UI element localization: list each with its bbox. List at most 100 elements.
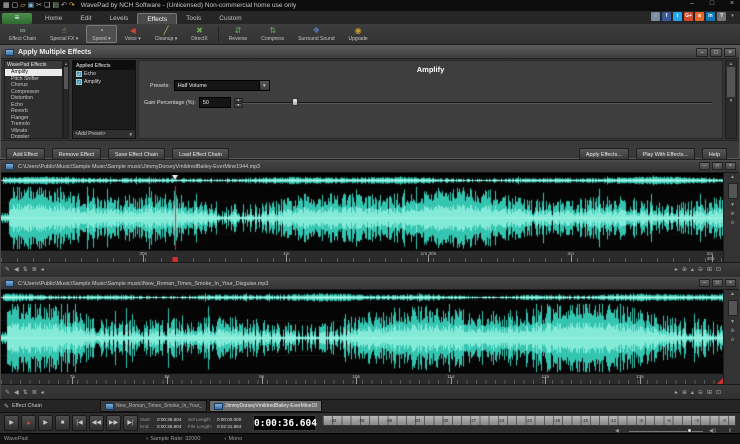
- ribbon-reverse-button[interactable]: ⇵Reverse: [223, 25, 254, 43]
- track2-titlebar[interactable]: C:\Users\Public\Music\Sample Music\Sampl…: [1, 278, 739, 290]
- effects-window-titlebar[interactable]: Apply Multiple Effects –□×: [1, 46, 739, 59]
- scroll-thumb[interactable]: [727, 67, 735, 97]
- gain-slider-thumb[interactable]: [292, 98, 298, 106]
- spin-down-icon[interactable]: ▼: [234, 103, 243, 108]
- vertical-zoom-in-icon[interactable]: ⊕: [730, 328, 734, 334]
- levels-list-icon[interactable]: ≣: [32, 266, 37, 273]
- ribbon-speed-button[interactable]: ◔Speed ▾: [86, 25, 116, 43]
- vertical-zoom-in-icon[interactable]: ⊕: [730, 211, 734, 217]
- zoom-full-icon[interactable]: ⊞: [707, 389, 712, 396]
- draw-tool-icon[interactable]: ✎: [5, 266, 10, 273]
- fast-forward-button[interactable]: ▶▶: [106, 415, 121, 431]
- close-button[interactable]: ×: [724, 48, 736, 57]
- applied-effect-row[interactable]: ✓Echo: [73, 70, 135, 78]
- maximize-button[interactable]: □: [710, 48, 722, 57]
- mail-icon[interactable]: in: [706, 12, 715, 21]
- facebook-icon[interactable]: f: [662, 12, 671, 21]
- zoom-out-icon[interactable]: ⊖: [698, 389, 703, 396]
- zoom-out-icon[interactable]: ⊖: [698, 266, 703, 273]
- google-plus-icon[interactable]: G+: [684, 12, 693, 21]
- minimize-button[interactable]: –: [699, 279, 710, 287]
- minimize-button[interactable]: –: [686, 0, 698, 7]
- track2-overview-strip[interactable]: [1, 290, 723, 302]
- play-with-effects-button[interactable]: ▶: [38, 415, 53, 431]
- ribbon-compress-button[interactable]: ⇅Compress: [255, 25, 290, 43]
- collapse-icon[interactable]: ◂: [41, 266, 44, 273]
- zoom-slider-icon[interactable]: ▴: [691, 389, 694, 396]
- gain-value-input[interactable]: 50: [199, 97, 231, 108]
- gain-slider-track[interactable]: [242, 102, 712, 103]
- scroll-down-icon[interactable]: ▼: [729, 98, 733, 103]
- main-menu-button[interactable]: ≡: [2, 13, 32, 24]
- vertical-zoom-out-icon[interactable]: ⊖: [730, 337, 734, 343]
- share-icon[interactable]: a: [695, 12, 704, 21]
- levels-list-icon[interactable]: ≣: [32, 389, 37, 396]
- ribbon-special-fx-button[interactable]: ☝Special FX ▾: [44, 25, 84, 43]
- ribbon-upgrade-button[interactable]: ◉Upgrade: [343, 25, 374, 43]
- vertical-zoom-out-icon[interactable]: ⊖: [730, 220, 734, 226]
- paste-icon[interactable]: ▤: [52, 1, 59, 10]
- track2-vertical-scrollbar[interactable]: ▲ ▼ ⊕ ⊖: [723, 290, 740, 384]
- scroll-up-icon[interactable]: ▲: [64, 61, 68, 66]
- help-icon[interactable]: ?: [717, 12, 726, 21]
- effects-library-list[interactable]: WavePad Effects AmplifyPitch ShifterChor…: [4, 60, 63, 139]
- menu-tab-home[interactable]: Home: [36, 13, 71, 24]
- checkbox-checked-icon[interactable]: ✓: [76, 71, 82, 77]
- close-button[interactable]: ×: [725, 279, 736, 287]
- menu-grid-icon[interactable]: ▦: [3, 1, 10, 10]
- draw-tool-icon[interactable]: ✎: [5, 389, 10, 396]
- menu-tab-custom[interactable]: Custom: [210, 13, 250, 24]
- scroll-down-icon[interactable]: ▼: [730, 202, 735, 208]
- scroll-up-icon[interactable]: ▲: [729, 61, 733, 66]
- zoom-full-icon[interactable]: ⊞: [707, 266, 712, 273]
- like-icon[interactable]: ☝: [651, 12, 660, 21]
- checkbox-checked-icon[interactable]: ✓: [76, 79, 82, 85]
- menu-tab-tools[interactable]: Tools: [177, 13, 210, 24]
- scroll-thumb[interactable]: [64, 67, 68, 89]
- minimize-button[interactable]: –: [699, 162, 710, 170]
- file-tab[interactable]: JimmyDorseyVmildredBailey-EverMine19: [209, 400, 322, 412]
- scroll-up-icon[interactable]: ▲: [730, 174, 735, 180]
- track2-timeline-ruler[interactable]: 7s8s9s10s11s12s13s: [1, 373, 723, 384]
- ribbon-surround-sound-button[interactable]: ❖Surround Sound: [292, 25, 340, 43]
- ribbon-voice-button[interactable]: ◀Voice ▾: [119, 25, 147, 43]
- cursor-play-icon[interactable]: ▸: [675, 266, 678, 273]
- zoom-slider-icon[interactable]: ▴: [691, 266, 694, 273]
- menu-tab-effects[interactable]: Effects: [137, 13, 177, 24]
- scroll-down-icon[interactable]: ▼: [730, 319, 735, 325]
- track1-titlebar[interactable]: C:\Users\Public\Music\Sample Music\Sampl…: [1, 161, 739, 173]
- effects-panel-scrollbar[interactable]: ▲ ▼: [725, 60, 737, 139]
- scroll-up-icon[interactable]: ▲: [730, 291, 735, 297]
- scroll-thumb[interactable]: [728, 183, 738, 199]
- more-arrow-icon[interactable]: ▾: [728, 12, 737, 21]
- track1-vertical-scrollbar[interactable]: ▲ ▼ ⊕ ⊖: [723, 173, 740, 262]
- new-file-icon[interactable]: ▢: [12, 1, 19, 10]
- play-button[interactable]: ▶: [4, 415, 19, 431]
- ribbon-effect-chain-button[interactable]: ∞Effect Chain: [3, 25, 42, 43]
- zoom-selection-icon[interactable]: ⊡: [716, 389, 721, 396]
- add-preset-dropdown[interactable]: <Add Preset> ▼: [73, 129, 135, 138]
- effect-chain-dock-tab[interactable]: ✎ Effect Chain: [4, 403, 100, 410]
- effects-library-scrollbar[interactable]: ▲: [63, 60, 69, 139]
- track1-waveform[interactable]: [1, 186, 723, 250]
- library-item-doppler[interactable]: Doppler: [5, 134, 62, 139]
- close-button[interactable]: ×: [726, 0, 738, 7]
- speaker-icon[interactable]: ◀: [14, 389, 19, 396]
- save-icon[interactable]: ▣: [28, 1, 35, 10]
- zoom-selection-icon[interactable]: ⊡: [716, 266, 721, 273]
- ribbon-directx-button[interactable]: ✖DirectX: [185, 25, 213, 43]
- skip-to-start-button[interactable]: |◀: [72, 415, 87, 431]
- undo-icon[interactable]: ↶: [61, 1, 67, 10]
- cursor-play-icon[interactable]: ▸: [675, 389, 678, 396]
- file-tab[interactable]: New_Roman_Times_Smoke_In_Your_: [100, 400, 207, 412]
- maximize-button[interactable]: □: [706, 0, 718, 7]
- scroll-thumb[interactable]: [728, 300, 738, 316]
- presets-dropdown[interactable]: Half Volume ▼: [174, 80, 270, 91]
- track2-waveform[interactable]: [1, 303, 723, 373]
- collapse-icon[interactable]: ◂: [41, 389, 44, 396]
- zoom-in-icon[interactable]: ⊕: [682, 266, 687, 273]
- menu-tab-edit[interactable]: Edit: [71, 13, 100, 24]
- zoom-in-icon[interactable]: ⊕: [682, 389, 687, 396]
- copy-icon[interactable]: ❏: [44, 1, 50, 10]
- track1-timeline-ruler[interactable]: 30s1m1m 30s2m2m 30s: [1, 250, 723, 262]
